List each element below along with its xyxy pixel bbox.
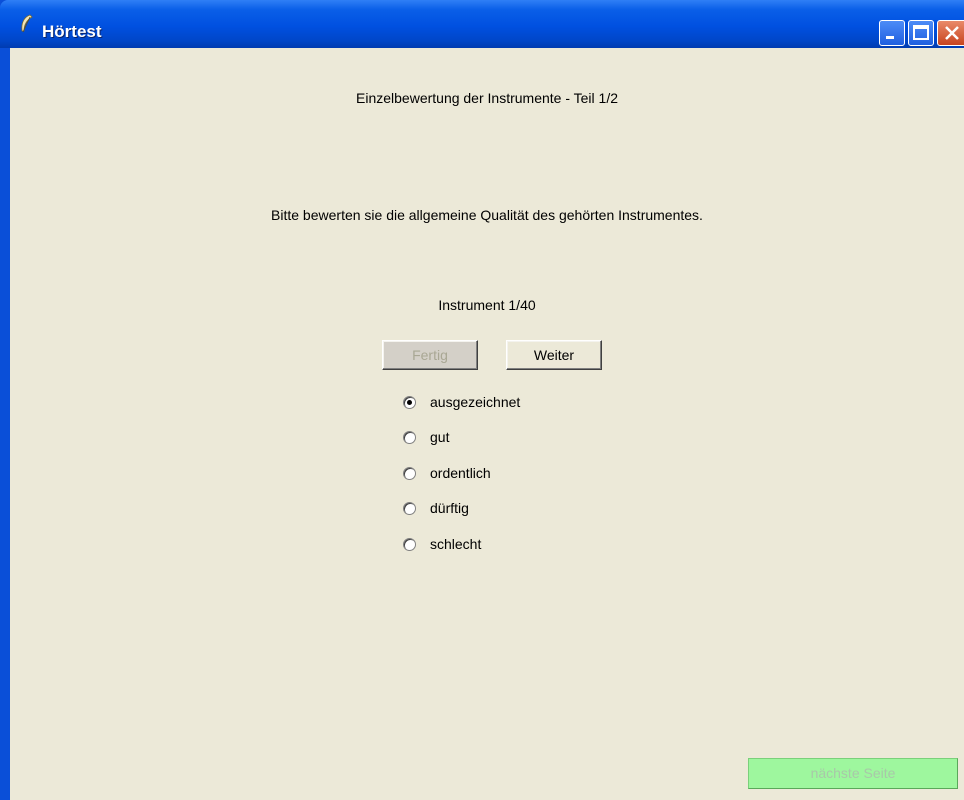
instruction-text: Bitte bewerten sie die allgemeine Qualit… [271, 207, 703, 223]
app-window: Hörtest Einzelbewertung der Instrumente … [0, 0, 964, 800]
radio-button[interactable] [403, 431, 416, 444]
maximize-icon [913, 25, 929, 40]
next-button[interactable]: Weiter [506, 340, 602, 370]
next-page-button[interactable]: nächste Seite [748, 758, 958, 789]
minimize-icon [886, 36, 894, 39]
section-title: Einzelbewertung der Instrumente - Teil 1… [356, 90, 618, 106]
rating-option-label: ordentlich [430, 465, 491, 481]
rating-option-label: schlecht [430, 536, 482, 552]
close-icon [945, 26, 959, 40]
feather-icon [21, 14, 33, 33]
window-title: Hörtest [42, 22, 102, 41]
close-button[interactable] [937, 20, 964, 46]
rating-option-label: ausgezeichnet [430, 394, 521, 410]
radio-button[interactable] [403, 538, 416, 551]
radio-selected-dot [407, 400, 412, 405]
radio-button[interactable] [403, 467, 416, 480]
rating-option-label: gut [430, 429, 450, 445]
radio-button[interactable] [403, 502, 416, 515]
instrument-counter: Instrument 1/40 [438, 297, 536, 313]
title-bar[interactable]: Hörtest [0, 0, 964, 48]
done-button[interactable]: Fertig [382, 340, 478, 370]
maximize-button[interactable] [908, 20, 934, 46]
minimize-button[interactable] [879, 20, 905, 46]
radio-button[interactable] [403, 396, 416, 409]
client-area: Einzelbewertung der Instrumente - Teil 1… [10, 48, 964, 800]
rating-option-label: dürftig [430, 500, 469, 516]
